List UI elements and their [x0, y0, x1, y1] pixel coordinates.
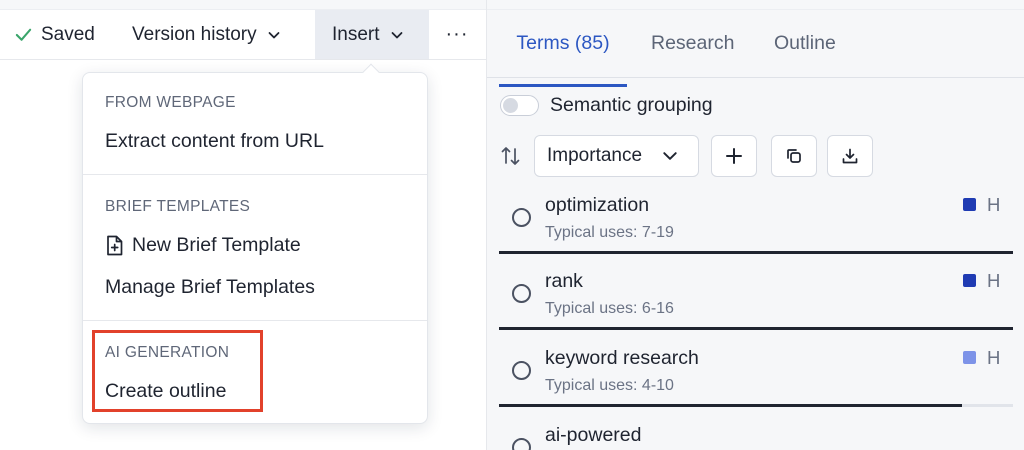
plus-icon [725, 147, 743, 165]
chevron-down-icon [267, 28, 281, 42]
usage-progress-track [499, 327, 1013, 330]
term-name: rank [545, 270, 583, 293]
usage-progress-track [499, 251, 1013, 254]
copy-icon [785, 147, 803, 165]
semantic-grouping-toggle[interactable] [500, 95, 539, 116]
usage-progress-fill [499, 327, 1013, 330]
insert-dropdown-menu: FROM WEBPAGE Extract content from URL BR… [82, 72, 428, 424]
term-typical-uses: Typical uses: 4-10 [545, 377, 674, 395]
menu-item-create-outline[interactable]: Create outline [105, 380, 226, 403]
menu-item-new-brief-template[interactable]: New Brief Template [105, 234, 301, 257]
toggle-knob [503, 98, 518, 113]
check-icon [14, 25, 33, 44]
chevron-down-icon [390, 28, 404, 42]
sort-by-value: Importance [547, 145, 642, 167]
terms-panel: Terms (85) Research Outline Semantic gro… [486, 0, 1024, 450]
usage-progress-track [499, 404, 1013, 407]
term-name: optimization [545, 194, 649, 217]
importance-indicator [963, 351, 976, 364]
term-name: ai-powered [545, 424, 641, 447]
usage-progress-fill [499, 251, 1013, 254]
menu-item-label: Extract content from URL [105, 130, 324, 153]
insert-label: Insert [332, 24, 380, 46]
term-radio[interactable] [512, 284, 531, 303]
term-radio[interactable] [512, 208, 531, 227]
add-document-icon [105, 235, 124, 256]
version-history-label: Version history [132, 24, 257, 46]
term-row[interactable]: keyword research Typical uses: 4-10 H [499, 343, 1013, 409]
menu-item-label: New Brief Template [132, 234, 301, 257]
download-button[interactable] [827, 135, 873, 177]
copy-button[interactable] [771, 135, 817, 177]
chevron-down-icon [662, 148, 678, 164]
menu-item-manage-brief-templates[interactable]: Manage Brief Templates [105, 276, 315, 299]
saved-status: Saved [14, 10, 95, 59]
terms-controls: Importance [500, 135, 1020, 177]
importance-indicator [963, 198, 976, 211]
menu-item-label: Create outline [105, 380, 226, 403]
version-history-button[interactable]: Version history [122, 10, 291, 59]
active-tab-indicator [499, 84, 627, 87]
editor-toolbar: Saved Version history Insert ··· [0, 10, 486, 60]
top-strip [487, 0, 1024, 10]
saved-label: Saved [41, 24, 95, 46]
insert-button[interactable]: Insert [315, 10, 429, 59]
term-radio[interactable] [512, 361, 531, 380]
more-options-button[interactable]: ··· [440, 10, 474, 59]
menu-heading-from-webpage: FROM WEBPAGE [105, 94, 236, 112]
sort-by-select[interactable]: Importance [534, 135, 699, 177]
add-term-button[interactable] [711, 135, 757, 177]
semantic-grouping-label: Semantic grouping [550, 94, 713, 117]
top-strip [0, 0, 486, 10]
menu-heading-ai-generation: AI GENERATION [105, 344, 229, 362]
editor-pane: Saved Version history Insert ··· FROM WE… [0, 0, 486, 450]
menu-divider [83, 174, 427, 175]
importance-label: H [987, 270, 1000, 292]
usage-progress-fill [499, 404, 962, 407]
term-name: keyword research [545, 347, 699, 370]
menu-heading-brief-templates: BRIEF TEMPLATES [105, 198, 250, 216]
menu-item-label: Manage Brief Templates [105, 276, 315, 299]
term-row[interactable]: ai-powered [499, 420, 1013, 450]
term-typical-uses: Typical uses: 7-19 [545, 224, 674, 242]
download-icon [841, 147, 859, 165]
semantic-grouping-row: Semantic grouping [500, 94, 713, 117]
importance-label: H [987, 347, 1000, 369]
tab-outline[interactable]: Outline [774, 10, 836, 77]
term-row[interactable]: rank Typical uses: 6-16 H [499, 266, 1013, 332]
term-typical-uses: Typical uses: 6-16 [545, 300, 674, 318]
tab-research[interactable]: Research [651, 10, 734, 77]
menu-caret [363, 64, 380, 81]
term-radio[interactable] [512, 438, 531, 450]
more-icon: ··· [446, 23, 469, 46]
importance-label: H [987, 194, 1000, 216]
menu-item-extract-content-from-url[interactable]: Extract content from URL [105, 130, 324, 153]
panel-tabs: Terms (85) Research Outline [487, 10, 1024, 78]
term-row[interactable]: optimization Typical uses: 7-19 H [499, 190, 1013, 256]
importance-indicator [963, 274, 976, 287]
sort-order-icon[interactable] [500, 145, 522, 167]
tab-terms[interactable]: Terms (85) [499, 10, 627, 77]
menu-divider [83, 320, 427, 321]
